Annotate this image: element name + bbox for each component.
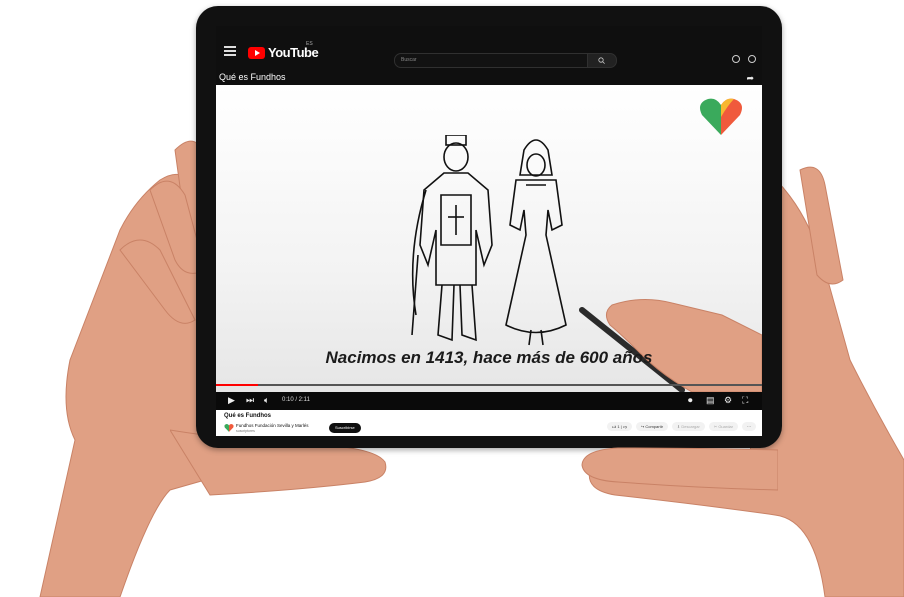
subtitles-icon[interactable]: ▤ <box>706 395 715 406</box>
drawing-hand-with-pen <box>579 299 762 392</box>
scene: YouTube ES Buscar Qué es Fundhos ➦ Nacim… <box>0 0 904 597</box>
search-input[interactable]: Buscar <box>394 53 588 68</box>
share-button[interactable]: ↪ Compartir <box>635 422 668 431</box>
right-thumb <box>581 447 778 491</box>
tablet-device: YouTube ES Buscar Qué es Fundhos ➦ Nacim… <box>196 6 782 448</box>
subscriber-count: suscriptores <box>236 429 255 433</box>
hamburger-menu-icon[interactable] <box>224 46 236 56</box>
fundhos-heart-logo <box>700 98 742 135</box>
tablet-screen: YouTube ES Buscar Qué es Fundhos ➦ Nacim… <box>216 26 762 436</box>
share-label: Compartir <box>645 424 663 429</box>
download-label: Descargar <box>681 424 700 429</box>
like-button[interactable]: 👍︎ 1 | 👎︎ <box>607 422 632 431</box>
channel-name[interactable]: Fundhos Fundación Sevilla y Marlés <box>236 423 309 428</box>
channel-avatar[interactable] <box>224 423 234 433</box>
video-title: Qué es Fundhos <box>224 413 272 419</box>
download-button[interactable]: ⬇ Descargar <box>671 422 705 431</box>
youtube-logo[interactable]: YouTube <box>248 45 319 60</box>
video-caption: Nacimos en 1413, hace más de 600 años <box>325 348 653 367</box>
settings-gear-icon[interactable]: ⚙ <box>724 395 732 406</box>
youtube-play-icon <box>248 46 265 59</box>
next-icon[interactable]: ⏭ <box>246 395 254 406</box>
autoplay-toggle-icon[interactable]: ⏺ <box>688 395 693 406</box>
progress-bar[interactable] <box>216 384 762 386</box>
save-label: Guardar <box>718 424 733 429</box>
search-button[interactable] <box>587 53 617 68</box>
progress-fill <box>216 384 259 386</box>
region-code: ES <box>306 41 313 47</box>
play-icon[interactable]: ▶ <box>228 395 235 406</box>
search-placeholder: Buscar <box>401 57 417 63</box>
player-controls: ▶ ⏭ 🔈︎ 0:10 / 2:11 ⏺ ▤ ⚙ ⛶ <box>216 392 762 410</box>
more-actions-button[interactable]: ··· <box>742 422 756 431</box>
video-title-overlay: Qué es Fundhos <box>219 72 286 82</box>
like-count: 1 <box>617 424 620 429</box>
video-info: Qué es Fundhos Fundhos Fundación Sevilla… <box>216 410 762 436</box>
header-icons <box>732 55 756 63</box>
cast-icon[interactable] <box>732 55 740 63</box>
volume-icon[interactable]: 🔈︎ <box>264 395 269 406</box>
medieval-couple-drawing <box>411 135 567 346</box>
notifications-icon[interactable] <box>748 55 756 63</box>
save-button[interactable]: ✂ Guardar <box>708 422 738 431</box>
action-bar: 👍︎ 1 | 👎︎ ↪ Compartir ⬇ Descargar ✂ Guar… <box>607 422 756 431</box>
time-display: 0:10 / 2:11 <box>282 397 310 403</box>
subscribe-button[interactable]: Suscribirse <box>329 423 361 433</box>
video-player[interactable]: Nacimos en 1413, hace más de 600 años <box>216 85 762 392</box>
search-icon <box>598 57 605 64</box>
fullscreen-icon[interactable]: ⛶ <box>742 395 748 406</box>
share-arrow-icon[interactable]: ➦ <box>746 73 754 84</box>
youtube-logo-text: YouTube <box>268 45 319 60</box>
video-title-bar: Qué es Fundhos ➦ <box>216 71 762 85</box>
